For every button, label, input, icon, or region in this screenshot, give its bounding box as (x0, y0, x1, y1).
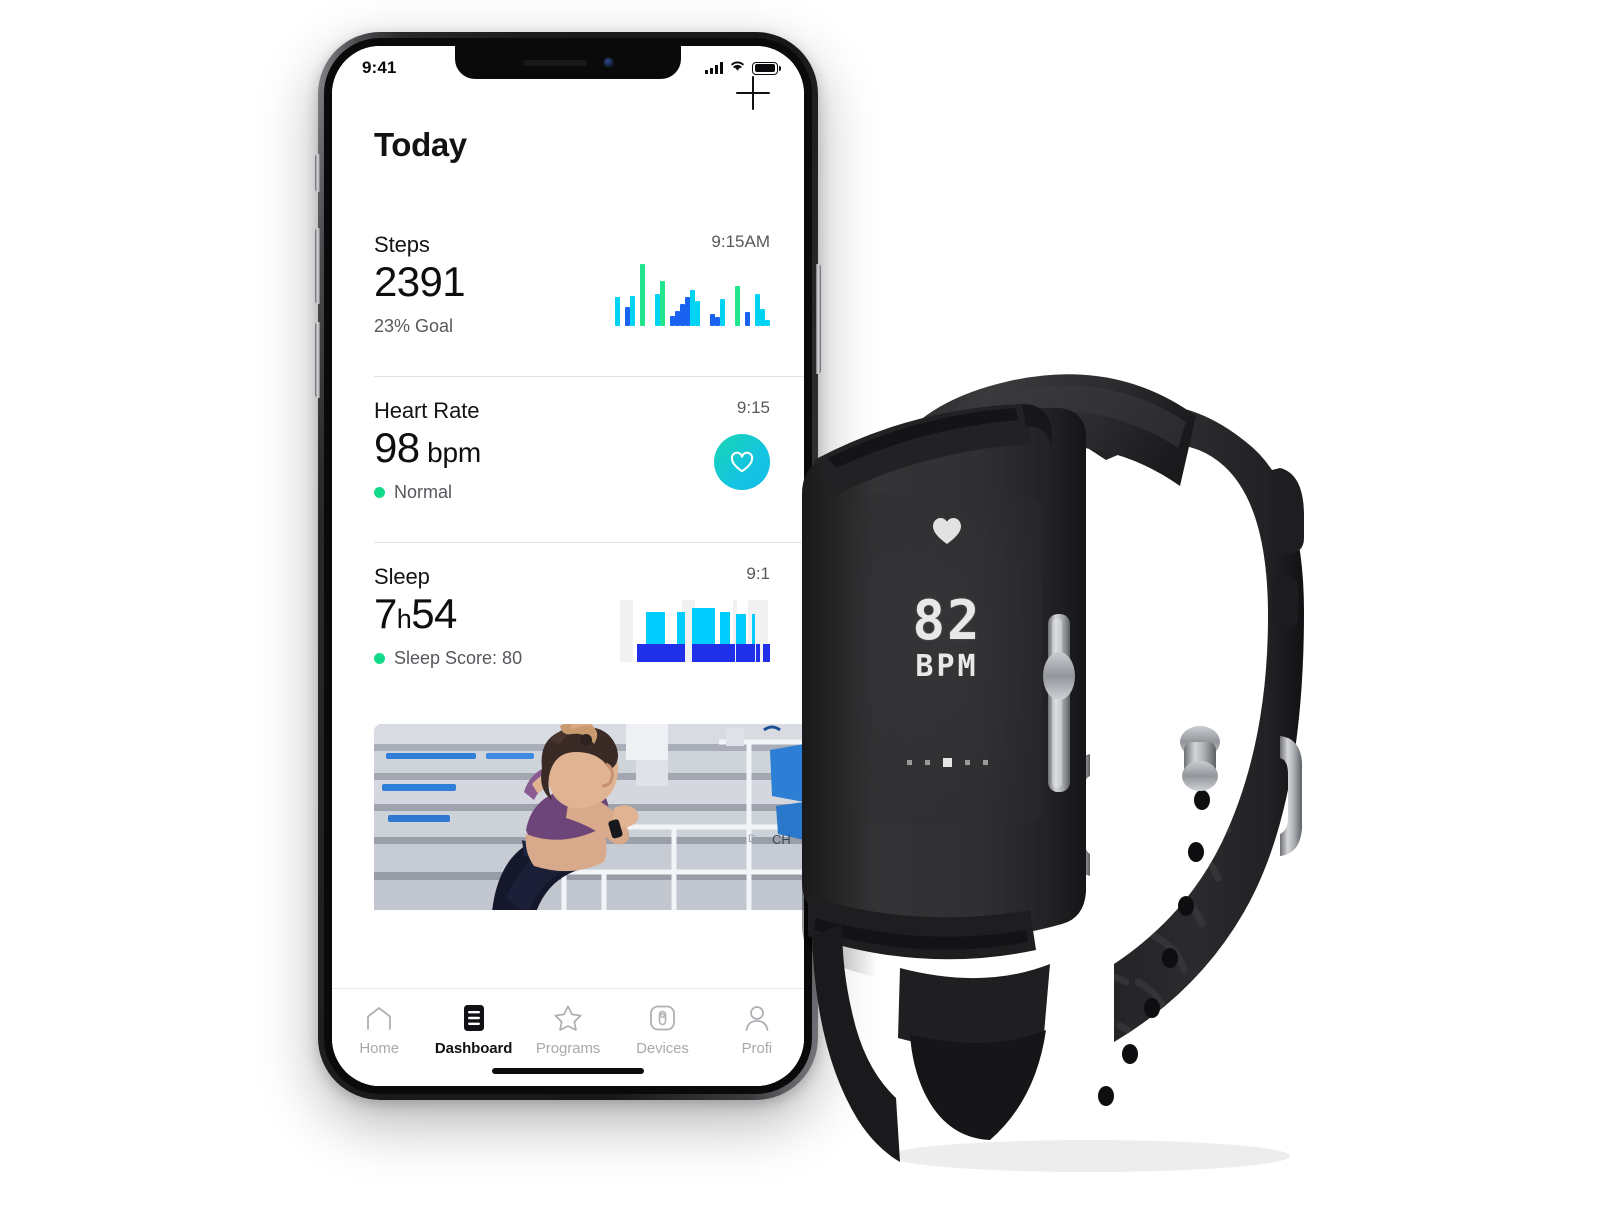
metric-row-steps[interactable]: Steps 2391 23% Goal 9:15AM (332, 210, 804, 376)
dashboard-icon (462, 1003, 486, 1033)
sleep-hour-unit: h (396, 604, 412, 634)
phone-screen: 9:41 Today Steps 2391 23% Goal 9:15AM He… (332, 46, 804, 1086)
page-title: Today (374, 126, 467, 163)
status-bar-time: 9:41 (362, 58, 397, 77)
wifi-icon (729, 59, 746, 77)
sleep-score-text: Sleep Score: 80 (394, 648, 523, 669)
app-content: Today Steps 2391 23% Goal 9:15AM Heart R… (332, 46, 804, 988)
phone-device: 9:41 Today Steps 2391 23% Goal 9:15AM He… (315, 32, 821, 1100)
tab-programs[interactable]: Programs (521, 1003, 615, 1057)
fitness-tracker-watch: 82 BPM (760, 318, 1340, 1178)
tab-dashboard-label: Dashboard (434, 1040, 513, 1057)
watch-illustration (802, 374, 1304, 1172)
watch-page-dot (924, 760, 930, 765)
metric-row-sleep[interactable]: Sleep 7h54 Sleep Score: 80 9:1 (332, 542, 804, 708)
home-indicator[interactable] (492, 1068, 644, 1074)
watch-page-dot (982, 760, 988, 765)
watch-heart-icon (872, 516, 1022, 551)
steps-value: 2391 (374, 258, 466, 305)
sleep-deep-segment (646, 644, 665, 662)
screenshot-stage: 9:41 Today Steps 2391 23% Goal 9:15AM He… (0, 0, 1598, 1232)
steps-time: 9:15AM (711, 232, 770, 251)
phone-volume-up-button[interactable] (315, 228, 320, 304)
hero-illustration: CH D (374, 724, 804, 910)
sleep-deep-segment (736, 644, 746, 662)
sleep-deep-segment (665, 644, 677, 662)
steps-bar (695, 301, 700, 326)
sleep-deep-segment (720, 644, 730, 662)
steps-right: 9:15AM (615, 210, 770, 326)
heart-rate-status: Normal (374, 482, 481, 503)
steps-goal-text: 23% Goal (374, 316, 454, 337)
sleep-deep-segment (752, 644, 755, 662)
watch-page-dot (964, 760, 970, 765)
heart-rate-number: 98 (374, 424, 420, 471)
phone-mute-switch[interactable] (315, 154, 320, 192)
health-app: 9:41 Today Steps 2391 23% Goal 9:15AM He… (332, 46, 804, 1086)
steps-bar (615, 297, 620, 326)
steps-bar (630, 296, 635, 326)
steps-bar (660, 281, 665, 326)
svg-text:D: D (748, 833, 756, 845)
steps-goal: 23% Goal (374, 316, 465, 337)
hero-image[interactable]: CH D (374, 724, 804, 910)
metric-list: Steps 2391 23% Goal 9:15AM Heart Rate 98… (332, 210, 804, 708)
heart-rate-unit: bpm (427, 437, 481, 468)
sleep-deep-segment (692, 644, 715, 662)
status-dot-icon (374, 653, 385, 665)
heart-rate-info: Heart Rate 98 bpm Normal (374, 376, 481, 503)
heart-icon (730, 451, 754, 473)
sleep-label: Sleep (374, 564, 430, 589)
sleep-minutes: 54 (411, 590, 457, 637)
front-camera-icon (602, 57, 614, 68)
earpiece-speaker-icon (522, 59, 587, 66)
star-icon (553, 1003, 583, 1033)
tab-devices[interactable]: Devices (615, 1003, 709, 1057)
steps-bar (745, 312, 750, 326)
steps-info: Steps 2391 23% Goal (374, 210, 466, 337)
sleep-value: 7h54 (374, 590, 522, 637)
watch-keeper-loop (1272, 468, 1304, 554)
tab-home[interactable]: Home (332, 1003, 426, 1057)
heart-icon (933, 518, 961, 544)
sleep-deep-segment (637, 644, 646, 662)
watch-page-dot (906, 760, 912, 765)
phone-volume-down-button[interactable] (315, 322, 320, 398)
sleep-right: 9:1 (620, 542, 770, 662)
watch-band-back (1060, 403, 1304, 1042)
watch-buckle-pin (1180, 726, 1220, 791)
sleep-bar-chart (620, 600, 770, 662)
steps-label: Steps (374, 232, 430, 257)
metric-row-heart-rate[interactable]: Heart Rate 98 bpm Normal 9:15 (332, 376, 804, 542)
sleep-hours: 7 (374, 590, 397, 637)
watch-page-dot (942, 758, 952, 767)
watch-band-tab (1272, 576, 1298, 628)
status-dot-icon (374, 487, 385, 499)
sleep-track-segment (620, 600, 633, 662)
heart-rate-label: Heart Rate (374, 398, 480, 423)
tab-dashboard[interactable]: Dashboard (426, 1003, 520, 1057)
steps-bar (640, 264, 645, 326)
heart-rate-status-text: Normal (394, 482, 453, 503)
signal-bars-icon (705, 62, 723, 74)
tab-home-label: Home (359, 1040, 400, 1057)
phone-notch (455, 46, 681, 79)
home-icon (365, 1003, 393, 1033)
battery-full-icon (752, 61, 781, 75)
steps-bar (735, 286, 740, 326)
watch-page-dots (872, 758, 1022, 767)
tab-programs-label: Programs (535, 1040, 601, 1057)
sleep-deep-segment (730, 644, 735, 662)
tab-devices-label: Devices (636, 1040, 689, 1057)
steps-bar-chart (615, 264, 770, 326)
sleep-info: Sleep 7h54 Sleep Score: 80 (374, 542, 522, 669)
watch-band-bottom (898, 964, 1050, 1049)
sleep-deep-segment (677, 644, 685, 662)
sleep-score: Sleep Score: 80 (374, 648, 522, 669)
steps-bar (720, 299, 725, 326)
status-bar-icons (705, 59, 781, 77)
heart-rate-value: 98 bpm (374, 424, 481, 471)
watch-icon (649, 1003, 676, 1033)
